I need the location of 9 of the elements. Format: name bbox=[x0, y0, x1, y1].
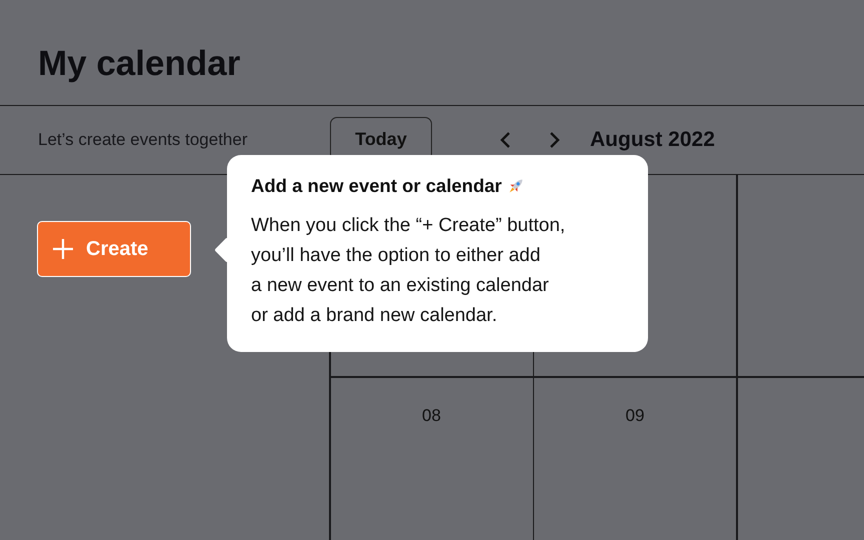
subtitle: Let’s create events together bbox=[38, 130, 248, 150]
tooltip-title: Add a new event or calendar bbox=[251, 175, 502, 197]
month-label: August 2022 bbox=[590, 128, 715, 152]
plus-icon bbox=[52, 238, 74, 260]
day-number: 09 bbox=[626, 406, 644, 426]
tooltip-text: When you click the “+ Create” button, you’ll have the option to either add a new event to an existing calendar or add a brand new calendar. bbox=[251, 214, 566, 328]
create-button[interactable]: Create bbox=[37, 221, 191, 277]
day-number: 08 bbox=[422, 406, 441, 426]
page-title: My calendar bbox=[38, 44, 240, 84]
